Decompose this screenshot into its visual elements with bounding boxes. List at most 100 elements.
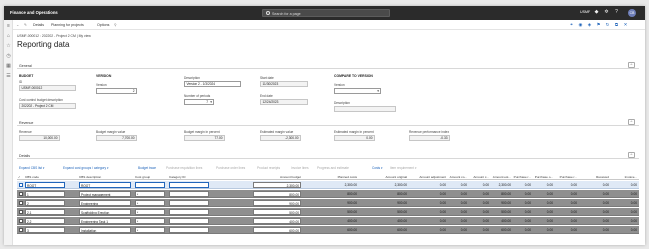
company-picker[interactable]: USMF xyxy=(580,10,590,14)
select-all-checkbox[interactable]: ✓ xyxy=(18,175,21,179)
avatar[interactable]: CB xyxy=(628,9,636,17)
row-checkbox[interactable] xyxy=(19,219,23,223)
grid-cell[interactable]: * xyxy=(135,209,165,215)
column-header[interactable]: Purchase o... xyxy=(533,175,553,179)
search-action-icon[interactable]: ⚲ xyxy=(114,23,117,27)
popout-icon[interactable]: ⧉ xyxy=(614,22,619,27)
row-checkbox[interactable] xyxy=(19,192,23,196)
attach-icon[interactable]: ⚑ xyxy=(596,22,601,27)
section-revenue[interactable]: Revenue ^ xyxy=(17,119,639,126)
grid-cell[interactable]: ROOT xyxy=(25,182,65,188)
grid-cell[interactable]: Engineering Task 1 xyxy=(79,218,131,224)
back-icon[interactable]: ← xyxy=(16,23,20,27)
item-requirement-menu[interactable]: Item requirement ▾ xyxy=(390,166,417,170)
row-checkbox[interactable] xyxy=(19,183,23,187)
expand-cost-groups-button[interactable]: Expand cost groups / category ▾ xyxy=(63,166,109,170)
grid-cell[interactable]: ROOT xyxy=(79,182,131,188)
grid-cell[interactable]: 2.1 xyxy=(25,209,65,215)
help-icon[interactable]: ? xyxy=(614,10,619,15)
grid-cell[interactable]: 600.00 xyxy=(253,227,301,233)
invoice-lines-button[interactable]: Invoice lines xyxy=(291,166,309,170)
refresh-icon[interactable]: ↻ xyxy=(605,22,610,27)
column-header[interactable]: Amount co... xyxy=(449,175,467,179)
table-row[interactable]: ROOT ROOT 2,300.00 2,300.00 2,300.00 0.00 0.00… xyxy=(17,181,639,189)
table-row[interactable]: 2.1 Scaffolding Erection * 500.00 500.00 500.… xyxy=(17,208,639,216)
grid-cell[interactable]: * xyxy=(135,218,165,224)
action-details[interactable]: Details xyxy=(33,23,44,27)
chevron-up-icon[interactable]: ^ xyxy=(628,119,635,125)
table-row[interactable]: 2 Engineering * 900.00 900.00 900.00 0.00 0.00 0… xyxy=(17,199,639,207)
grid-cell[interactable]: * xyxy=(135,227,165,233)
grid-cell[interactable]: Engineering xyxy=(79,200,131,206)
grid-cell[interactable] xyxy=(169,182,209,188)
action-planning[interactable]: Planning for projects xyxy=(51,23,84,27)
column-header[interactable]: Purchase r... xyxy=(513,175,531,179)
grid-cell[interactable] xyxy=(169,218,209,224)
column-header[interactable]: Purchase r... xyxy=(555,175,577,179)
breadcrumb[interactable]: USMF-000012 : 202202 - Project 2 CM | My… xyxy=(17,34,91,38)
row-checkbox[interactable] xyxy=(19,201,23,205)
grid-cell[interactable] xyxy=(169,209,209,215)
clock-icon[interactable]: ◷ xyxy=(6,54,11,59)
column-header[interactable]: Amount adjustment xyxy=(408,175,446,179)
expand-cbs-button[interactable]: Expand CBS list ▾ xyxy=(19,166,45,170)
power-apps-icon[interactable]: ◈ xyxy=(587,22,592,27)
column-header[interactable]: Amount budget xyxy=(253,175,301,179)
grid-cell[interactable]: Installation xyxy=(79,227,131,233)
column-header[interactable]: Category ID xyxy=(169,175,209,179)
grid-cell[interactable]: Scaffolding Erection xyxy=(79,209,131,215)
grid-cell[interactable]: Project management xyxy=(79,191,131,197)
costs-menu[interactable]: Costs ▾ xyxy=(372,166,383,170)
hamburger-icon[interactable]: ≡ xyxy=(6,24,11,29)
table-row[interactable]: 1 Project management * 800.00 800.00 800.00 0.… xyxy=(17,190,639,198)
grid-cell[interactable]: 2 xyxy=(25,200,65,206)
grid-cell[interactable]: 900.00 xyxy=(253,200,301,206)
description-field[interactable]: Version 2 - 1/3/2024 xyxy=(184,81,241,87)
grid-cell[interactable]: 400.00 xyxy=(253,218,301,224)
column-header[interactable]: Received xyxy=(583,175,609,179)
workspace-icon[interactable]: ▦ xyxy=(6,64,11,69)
column-header[interactable]: Amount est... xyxy=(491,175,511,179)
progress-estimate-button[interactable]: Progress and estimate xyxy=(317,166,349,170)
bell-icon[interactable]: ◆ xyxy=(594,10,599,15)
grid-cell[interactable]: 2,300.00 xyxy=(253,182,301,188)
column-header[interactable]: Invoice... xyxy=(613,175,637,179)
grid-cell[interactable]: 1 xyxy=(25,191,65,197)
grid-cell[interactable]: 3 xyxy=(25,227,65,233)
grid-cell[interactable] xyxy=(169,227,209,233)
list-icon[interactable]: ☰ xyxy=(6,74,11,79)
row-checkbox[interactable] xyxy=(19,228,23,232)
grid-cell[interactable] xyxy=(135,182,165,188)
chevron-up-icon[interactable]: ^ xyxy=(628,62,635,68)
table-row[interactable]: 2.2 Engineering Task 1 * 400.00 400.00 400.00… xyxy=(17,217,639,225)
row-checkbox[interactable] xyxy=(19,210,23,214)
column-header[interactable]: Amount c... xyxy=(469,175,489,179)
column-header[interactable]: CBS description xyxy=(79,175,131,179)
purchase-requisition-lines-button[interactable]: Purchase requisition lines xyxy=(166,166,202,170)
column-header[interactable]: Amount original xyxy=(361,175,408,179)
home-icon[interactable]: ⌂ xyxy=(6,34,11,39)
chevron-up-icon[interactable]: ^ xyxy=(628,152,635,158)
grid-cell[interactable] xyxy=(169,200,209,206)
grid-cell[interactable]: 2.2 xyxy=(25,218,65,224)
edit-icon[interactable]: ✎ xyxy=(24,23,27,27)
gear-icon[interactable]: ✲ xyxy=(604,10,609,15)
column-header[interactable]: Planned costs xyxy=(309,175,357,179)
column-header[interactable]: Cost group xyxy=(135,175,165,179)
budget-trace-button[interactable]: Budget trace xyxy=(138,166,156,170)
link-icon[interactable]: ⚭ xyxy=(569,22,574,27)
grid-cell[interactable]: * xyxy=(135,200,165,206)
grid-cell[interactable] xyxy=(169,191,209,197)
purchase-order-lines-button[interactable]: Purchase order lines xyxy=(216,166,245,170)
section-general[interactable]: General ^ xyxy=(17,62,639,69)
search-box[interactable]: Search for a page xyxy=(262,9,390,17)
grid-cell[interactable]: * xyxy=(135,191,165,197)
product-receipts-button[interactable]: Product receipts xyxy=(257,166,280,170)
grid-cell[interactable]: 500.00 xyxy=(253,209,301,215)
compare-version-select[interactable] xyxy=(334,88,381,94)
section-details[interactable]: Details ^ xyxy=(17,152,639,159)
column-header[interactable]: CBS code xyxy=(25,175,65,179)
office-icon[interactable]: ◉ xyxy=(578,22,583,27)
grid-cell[interactable]: 800.00 xyxy=(253,191,301,197)
star-icon[interactable]: ☆ xyxy=(6,44,11,49)
